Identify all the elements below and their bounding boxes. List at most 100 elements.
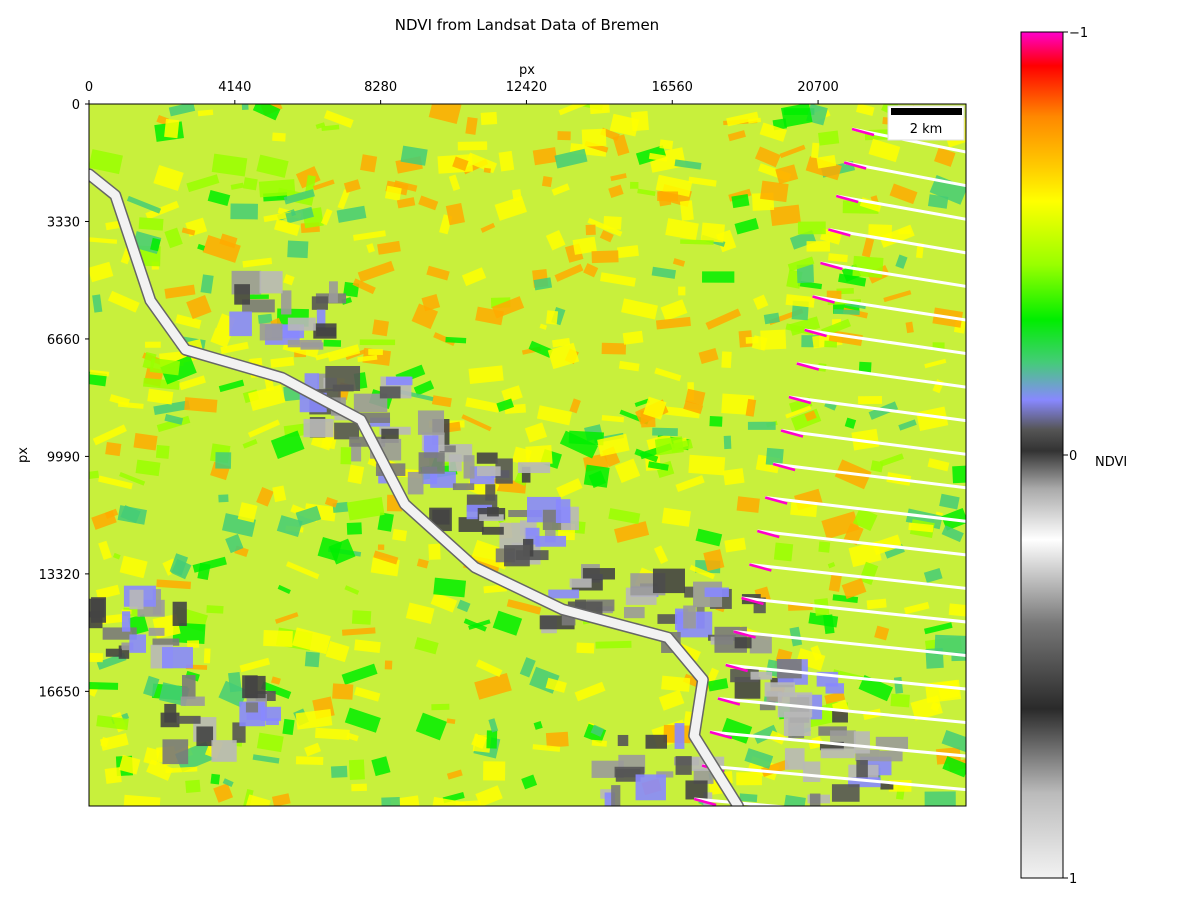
ndvi-patch [709,416,723,427]
ndvi-patch [348,759,365,781]
scanline-stripe-edge [686,833,708,839]
urban-block [325,365,361,392]
ndvi-patch [736,496,760,513]
urban-block [448,454,462,472]
ndvi-patch [657,191,679,202]
urban-block [452,483,475,491]
ndvi-patch [210,773,221,785]
ndvi-patch [622,330,644,345]
urban-block [674,723,685,749]
urban-block [611,785,621,806]
ndvi-patch [852,255,884,278]
colorbar-tick-label: 1 [1069,872,1077,887]
urban-block [379,386,401,399]
ndvi-patch [952,465,966,484]
urban-block [582,568,615,580]
urban-block [499,522,526,549]
ndvi-patch [351,610,372,625]
ndvi-patch [445,336,467,344]
ndvi-patch [486,730,498,749]
scanline-stripe [686,833,976,858]
ndvi-patch [323,339,342,347]
ndvi-patch [359,339,396,346]
colorbar-label: NDVI [1095,455,1127,470]
ndvi-patch [678,286,686,296]
ndvi-patch [483,167,491,174]
urban-block [287,317,316,331]
urban-block [172,601,187,626]
colorbar-tick-label: −1 [1069,26,1088,41]
ndvi-patch [723,435,732,450]
urban-block [476,466,501,477]
ndvi-patch [811,142,820,159]
x-tick-label: 16560 [652,80,693,95]
ndvi-patch [818,130,840,146]
ndvi-patch [241,104,249,110]
ndvi-patch [340,447,352,465]
ndvi-patch [105,441,122,457]
scale-bar: 2 km [887,105,965,141]
urban-block [229,311,252,337]
urban-block [148,627,165,636]
urban-block [328,281,338,303]
colorbar-gradient [1020,31,1064,879]
urban-block [196,726,214,747]
urban-block [242,675,258,699]
y-tick-label: 0 [72,98,80,113]
ndvi-patch [428,543,441,560]
x-tick-label: 8280 [364,80,397,95]
ndvi-map-image [89,104,976,858]
ndvi-patch [858,395,883,405]
urban-block [784,748,805,770]
ndvi-patch [368,348,383,356]
x-tick-label: 0 [85,80,93,95]
urban-block [162,647,193,669]
ndvi-patch [601,342,627,355]
urban-block [91,597,107,623]
ndvi-patch [818,541,831,553]
urban-block [684,586,695,598]
urban-block [234,284,250,305]
ndvi-patch [184,397,218,413]
urban-block [555,499,571,524]
urban-block [385,376,413,386]
urban-block [245,702,259,713]
urban-block [623,607,645,619]
ndvi-patch [384,660,393,670]
y-tick-label: 3330 [47,215,80,230]
ndvi-patch [228,671,242,693]
ndvi-patch [304,651,320,668]
urban-block [802,761,821,782]
urban-block [569,578,592,588]
ndvi-patch [346,522,362,535]
ndvi-patch [138,217,164,231]
colorbar-tick-label: 0 [1069,449,1077,464]
ndvi-patch [372,319,389,337]
x-tick-label: 20700 [797,80,838,95]
urban-block [481,526,504,535]
ndvi-patch [498,150,515,172]
ndvi-patch [89,652,104,663]
y-tick-label: 16650 [39,685,80,700]
scale-bar-label: 2 km [910,122,943,137]
ndvi-patch [576,642,595,654]
ndvi-patch [287,240,309,259]
ndvi-patch [545,310,559,325]
urban-block [645,734,668,749]
ndvi-patch [581,128,607,147]
urban-block [487,507,499,517]
ndvi-patch [654,436,684,456]
urban-block [476,452,498,464]
y-tick-label: 9990 [47,450,80,465]
ndvi-patch [332,683,354,700]
ndvi-patch [797,221,826,235]
ndvi-patch [203,648,211,664]
urban-block [734,637,752,649]
x-axis-label: px [519,63,535,78]
ndvi-patch [215,452,232,469]
x-axis-top: 0 4140 8280 12420 16560 20700 [85,80,839,104]
ndvi-patch [652,427,678,437]
urban-block [617,734,629,747]
ndvi-patch [483,761,506,781]
urban-block [180,696,205,706]
